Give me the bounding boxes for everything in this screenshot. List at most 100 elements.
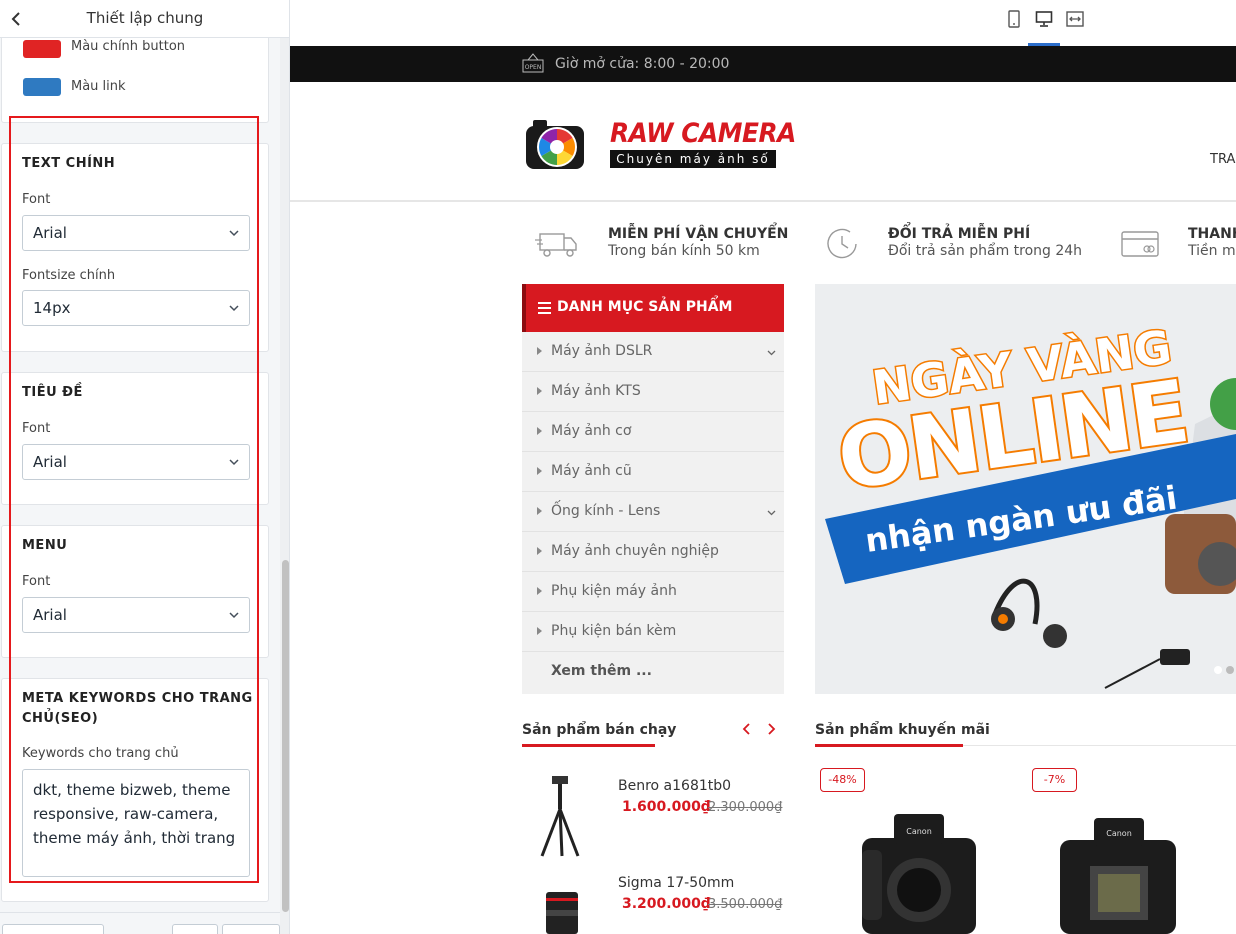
- select-value: Arial: [33, 224, 67, 242]
- caret-right-icon: [537, 627, 542, 635]
- heading-font-select[interactable]: Arial: [22, 444, 250, 480]
- camera-logo-icon[interactable]: [525, 118, 585, 170]
- category-item[interactable]: Máy ảnh cũ: [522, 452, 784, 492]
- chevron-down-icon: [229, 230, 239, 237]
- chevron-down-icon: [229, 459, 239, 466]
- product-price: 1.600.000₫: [622, 799, 711, 815]
- category-item[interactable]: Phụ kiện bán kèm: [522, 612, 784, 652]
- select-value: Arial: [33, 606, 67, 624]
- text-font-select[interactable]: Arial: [22, 215, 250, 251]
- fontsize-select[interactable]: 14px: [22, 290, 250, 326]
- product-old-price: 3.500.000₫: [708, 897, 783, 912]
- product-name[interactable]: Benro a1681tb0: [618, 778, 731, 794]
- primary-button-color-label: Màu chính button: [71, 39, 186, 54]
- footer-button[interactable]: [222, 924, 280, 934]
- logo-name[interactable]: RAW CAMERA: [610, 118, 796, 149]
- keywords-textarea[interactable]: dkt, theme bizweb, theme responsive, raw…: [22, 769, 250, 877]
- promos-title[interactable]: Sản phẩm khuyến mãi: [815, 722, 990, 738]
- svg-text:Canon: Canon: [1106, 829, 1132, 838]
- chevron-down-icon[interactable]: [767, 508, 776, 517]
- scrollbar-thumb[interactable]: [282, 560, 289, 912]
- category-label: Máy ảnh cũ: [551, 463, 632, 479]
- section-title-line2: CHỦ(SEO): [22, 711, 99, 726]
- lens-image[interactable]: [542, 888, 582, 934]
- caret-right-icon: [537, 587, 542, 595]
- category-label: Máy ảnh cơ: [551, 423, 632, 439]
- desktop-icon[interactable]: [1035, 10, 1053, 28]
- category-item[interactable]: Phụ kiện máy ảnh: [522, 572, 784, 612]
- logo-tagline: Chuyên máy ảnh số: [610, 150, 776, 168]
- category-label: Máy ảnh DSLR: [551, 343, 653, 359]
- chevron-down-icon[interactable]: [767, 348, 776, 357]
- camera-image[interactable]: Canon: [860, 810, 978, 934]
- chevron-down-icon: [229, 612, 239, 619]
- section-underline: [815, 744, 963, 747]
- open-sign-icon: OPEN: [522, 53, 544, 73]
- bestsellers-title[interactable]: Sản phẩm bán chạy: [522, 722, 676, 738]
- category-item[interactable]: Máy ảnh DSLR: [522, 332, 784, 372]
- product-name[interactable]: Sigma 17-50mm: [618, 875, 734, 891]
- font-label: Font: [22, 421, 51, 436]
- font-label: Font: [22, 574, 51, 589]
- chevron-down-icon: [229, 305, 239, 312]
- category-item[interactable]: Máy ảnh KTS: [522, 372, 784, 412]
- menu-font-select[interactable]: Arial: [22, 597, 250, 633]
- category-item[interactable]: Máy ảnh chuyên nghiệp: [522, 532, 784, 572]
- section-title: TEXT CHÍNH: [22, 156, 116, 171]
- category-menu-title: DANH MỤC SẢN PHẨM: [557, 299, 733, 315]
- link-color-label: Màu link: [71, 79, 126, 94]
- primary-button-color-swatch[interactable]: [23, 40, 61, 58]
- keywords-label: Keywords cho trang chủ: [22, 746, 179, 761]
- section-title: MENU: [22, 538, 68, 553]
- store-topbar: OPEN Giờ mở cửa: 8:00 - 20:00: [290, 46, 1236, 82]
- mobile-icon[interactable]: [1005, 10, 1023, 28]
- font-label: Font: [22, 192, 51, 207]
- heading-section: TIÊU ĐỀ Font Arial: [1, 372, 269, 505]
- service-title: MIỄN PHÍ VẬN CHUYỂN: [608, 226, 789, 242]
- service-subtitle: Trong bán kính 50 km: [608, 243, 760, 259]
- category-list: Máy ảnh DSLR Máy ảnh KTS Máy ảnh cơ Máy …: [522, 332, 784, 694]
- promo-banner[interactable]: NGÀY VÀNG ONLINE nhận ngàn ưu đãi: [815, 284, 1236, 694]
- caret-right-icon: [537, 347, 542, 355]
- category-label: Ống kính - Lens: [551, 503, 661, 519]
- product-price: 3.200.000₫: [622, 896, 711, 912]
- svg-text:OPEN: OPEN: [525, 64, 542, 71]
- category-more-link[interactable]: Xem thêm ...: [551, 663, 652, 679]
- opening-hours: Giờ mở cửa: 8:00 - 20:00: [555, 56, 730, 72]
- caret-right-icon: [537, 547, 542, 555]
- link-color-swatch[interactable]: [23, 78, 61, 96]
- header-divider: [290, 200, 1236, 202]
- select-value: Arial: [33, 453, 67, 471]
- next-arrow-icon[interactable]: [766, 722, 776, 736]
- section-underline: [522, 744, 655, 747]
- select-value: 14px: [33, 299, 71, 317]
- service-title: THANH: [1188, 226, 1236, 242]
- prev-arrow-icon[interactable]: [742, 722, 752, 736]
- credit-card-icon: [1121, 231, 1159, 257]
- device-toolbar: [290, 0, 1236, 46]
- fullwidth-icon[interactable]: [1066, 10, 1084, 28]
- return-clock-icon: [827, 228, 857, 259]
- footer-button[interactable]: [2, 924, 104, 934]
- category-label: Máy ảnh KTS: [551, 383, 641, 399]
- caret-right-icon: [537, 507, 542, 515]
- truck-icon: [535, 233, 577, 257]
- camera-image[interactable]: Canon: [1056, 814, 1180, 934]
- caret-right-icon: [537, 467, 542, 475]
- svg-text:Canon: Canon: [906, 827, 932, 836]
- menu-section: MENU Font Arial: [1, 525, 269, 658]
- caret-right-icon: [537, 427, 542, 435]
- panel-footer: [0, 912, 280, 934]
- panel-header: Thiết lập chung: [0, 0, 289, 38]
- service-title: ĐỔI TRẢ MIỄN PHÍ: [888, 226, 1031, 242]
- category-menu-header[interactable]: DANH MỤC SẢN PHẨM: [522, 284, 784, 332]
- category-item[interactable]: Máy ảnh cơ: [522, 412, 784, 452]
- nav-item-partial[interactable]: TRA: [1210, 152, 1235, 167]
- caret-right-icon: [537, 387, 542, 395]
- category-item[interactable]: Ống kính - Lens: [522, 492, 784, 532]
- seo-section: META KEYWORDS CHO TRANG CHỦ(SEO) Keyword…: [1, 678, 269, 902]
- footer-button[interactable]: [172, 924, 218, 934]
- tripod-image[interactable]: [530, 774, 590, 858]
- section-title: TIÊU ĐỀ: [22, 385, 83, 400]
- text-main-section: TEXT CHÍNH Font Arial Fontsize chính 14p…: [1, 143, 269, 352]
